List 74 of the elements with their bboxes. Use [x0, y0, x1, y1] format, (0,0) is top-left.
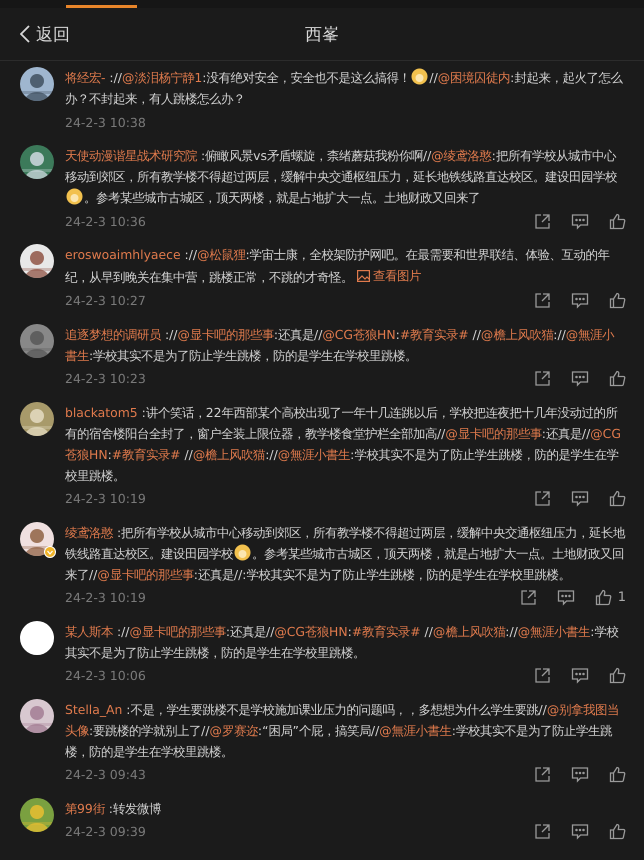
comment-time: 24-2-3 10:27 [65, 293, 147, 308]
thumbs-up-icon [609, 667, 626, 684]
emoji-icon [66, 188, 83, 205]
page-title: 西峯 [305, 24, 339, 46]
thumbs-up-icon [594, 589, 612, 606]
comment-time: 24-2-3 10:36 [65, 214, 147, 228]
thumbs-up-icon [609, 370, 626, 387]
comment-time: 24-2-3 10:19 [65, 491, 147, 506]
comment-text: eroswoaimhlyaece ://@松鼠狸:学宙士康，全校架防护网吧。在最需要和世界联结、体验、互动的年纪，从早到晚关在集中营，跳楼正常，不跳的才奇怪。 查看图片 [65, 246, 611, 288]
comment-button[interactable] [571, 490, 589, 507]
share-icon [534, 212, 551, 230]
comment-time: 24-2-3 10:23 [65, 371, 147, 386]
emoji-icon [234, 544, 251, 560]
comment-button[interactable] [571, 292, 589, 309]
comment-text: 绫鸢洛憨 :把所有学校从城市中心移动到郊区，所有教学楼不得超过两层，缓解中央交通枢纽压力，延长地铁线路直达校区。建设田园学校 。参考某些城市古城区，顶天两楼，就是占地扩大一点。土地财政又回来了//@显卡吧的那些事:还真是//:学校其实不是为了防止学生跳楼，防的是学生在学校里跳楼。 [65, 524, 626, 584]
share-button[interactable] [520, 589, 537, 606]
comment-icon [571, 766, 589, 783]
thumbs-up-icon [609, 823, 626, 840]
comment-button[interactable] [556, 589, 575, 606]
like-button[interactable] [609, 490, 626, 507]
share-icon [534, 370, 551, 387]
comment-time: 24-2-3 09:43 [65, 767, 147, 782]
share-button[interactable] [534, 667, 551, 684]
share-icon [534, 823, 551, 840]
comment-time: 24-2-3 10:38 [65, 114, 147, 130]
comment-button[interactable] [571, 823, 589, 840]
emoji-icon [411, 68, 428, 85]
comment-button[interactable] [571, 667, 589, 684]
thumbs-up-icon [609, 212, 626, 230]
like-button[interactable] [609, 370, 626, 387]
comment-text: 某人斯本 ://@显卡吧的那些事:还真是//@CG苍狼HN:#教育实录# //@檐上风吹猫://@無涯小書生:学校其实不是为了防止学生跳楼，防的是学生在学校里跳楼。 [65, 622, 620, 662]
share-icon [534, 292, 551, 309]
comment-icon [571, 370, 589, 387]
like-button[interactable]: 1 [594, 589, 626, 606]
image-icon [356, 270, 370, 282]
back-button[interactable]: 返回 [16, 18, 74, 50]
share-button[interactable] [534, 212, 551, 230]
like-button[interactable] [609, 823, 626, 840]
comment-text: 第99街 :转发微博 [65, 800, 162, 818]
view-image-link[interactable]: 查看图片 [356, 265, 421, 286]
share-button[interactable] [534, 370, 551, 387]
comment-icon [571, 823, 589, 840]
like-button[interactable] [609, 292, 626, 309]
comment-button[interactable] [571, 766, 589, 783]
share-button[interactable] [534, 490, 551, 507]
comment-icon [571, 292, 589, 309]
comment-time: 24-2-3 10:06 [65, 668, 147, 683]
comment-button[interactable] [571, 212, 589, 230]
share-icon [534, 766, 551, 783]
comment-text: Stella_An :不是，学生要跳楼不是学校施加课业压力的问题吗，，多想想为什么学生要跳//@别拿我图当头像:要跳楼的学就别上了//@罗赛迩:“困局”个屁，搞笑局//@無涯小書生:学校其实不是为了防止学生跳楼，防的是学生在学校里跳楼。 [65, 700, 620, 760]
comment-text: 追逐梦想的调研员 ://@显卡吧的那些事:还真是//@CG苍狼HN:#教育实录# //@檐上风吹猫://@無涯小書生:学校其实不是为了防止学生跳楼，防的是学生在学校里跳楼。 [65, 326, 616, 364]
comment-text: blackatom5 :讲个笑话，22年西部某个高校出现了一年十几连跳以后，学校把连夜把十几年没动过的所有的宿舍楼阳台全封了，窗户全装上限位器，教学楼食堂护栏全部加高//@显卡吧的那些事:还真是//@CG苍狼HN:#教育实录# //@檐上风吹猫://@無涯小書生:学校其实不是为了防止学生跳楼，防的是学生在学校里跳楼。 [65, 404, 622, 484]
like-button[interactable] [609, 212, 626, 230]
share-button[interactable] [534, 823, 551, 840]
comment-time: 24-2-3 10:19 [65, 590, 147, 605]
thumbs-up-icon [609, 766, 626, 783]
comment-icon [556, 589, 575, 606]
comment-icon [571, 212, 589, 230]
comment-time: 24-2-3 09:39 [65, 824, 147, 839]
like-button[interactable] [609, 766, 626, 783]
comment-icon [571, 490, 589, 507]
share-button[interactable] [534, 766, 551, 783]
share-button[interactable] [534, 292, 551, 309]
comment-icon [571, 667, 589, 684]
thumbs-up-icon [609, 292, 626, 309]
comment-text: 天使动漫谐星战术研究院 :俯瞰风景vs矛盾螺旋，柰绪蘑菇我粉你啊//@绫鸢洛憨:把所有学校从城市中心移动到郊区，所有教学楼不得超过两层，缓解中央交通枢纽压力，延长地铁线路直达校区。建设田园学校 。参考某些城市古城区，顶天两楼，就是占地扩大一点。土地财政又回来了 [65, 147, 618, 207]
share-icon [534, 667, 551, 684]
chevron-left-icon [20, 25, 30, 43]
like-button[interactable] [609, 667, 626, 684]
share-icon [520, 589, 537, 606]
share-icon [534, 490, 551, 507]
comment-button[interactable] [571, 370, 589, 387]
thumbs-up-icon [609, 490, 626, 507]
comment-text: 将经宏- ://@淡泪杨宁静1:没有绝对安全，安全也不是这么搞得！ //@困境囚徒内:封起来，起火了怎么办？不封起来，有人跳楼怎么办？ [65, 67, 624, 108]
